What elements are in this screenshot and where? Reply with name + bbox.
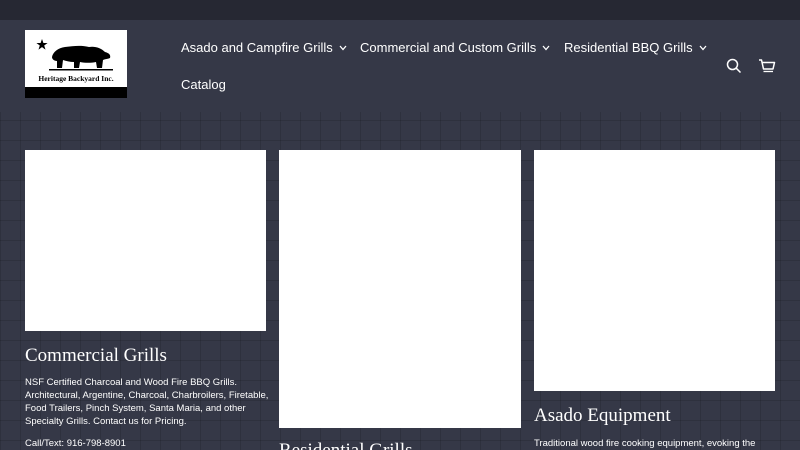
chevron-down-icon: [699, 45, 707, 50]
card-title[interactable]: Commercial Grills: [25, 345, 167, 367]
nav-item-asado[interactable]: Asado and Campfire Grills: [181, 40, 347, 55]
page: Heritage Backyard Inc. Asado and Campfir…: [0, 0, 800, 450]
logo-bar: [25, 87, 127, 98]
card-image-residential[interactable]: [279, 150, 521, 428]
card-title[interactable]: Residential Grills: [279, 440, 413, 450]
site-logo[interactable]: Heritage Backyard Inc.: [25, 30, 127, 98]
nav-label: Asado and Campfire Grills: [181, 40, 333, 55]
cart-button[interactable]: [758, 58, 776, 79]
search-button[interactable]: [726, 58, 742, 79]
nav-label: Residential BBQ Grills: [564, 40, 693, 55]
cart-icon: [759, 59, 776, 73]
card-image-commercial[interactable]: [25, 150, 266, 331]
nav-item-catalog[interactable]: Catalog: [181, 77, 226, 92]
card-image-asado[interactable]: [534, 150, 775, 391]
nav-label: Commercial and Custom Grills: [360, 40, 537, 55]
card-description: NSF Certified Charcoal and Wood Fire BBQ…: [25, 377, 269, 427]
logo-text: Heritage Backyard Inc.: [38, 74, 114, 83]
search-icon: [726, 58, 742, 74]
chevron-down-icon: [339, 45, 347, 50]
chevron-down-icon: [542, 45, 550, 50]
card-description: Traditional wood fire cooking equipment,…: [534, 438, 756, 449]
card-phone[interactable]: Call/Text: 916-798-8901: [25, 438, 126, 449]
nav-item-residential[interactable]: Residential BBQ Grills: [564, 40, 707, 55]
nav-label: Catalog: [181, 77, 226, 92]
announcement-bar: [0, 0, 800, 20]
card-title[interactable]: Asado Equipment: [534, 405, 671, 427]
nav-item-commercial[interactable]: Commercial and Custom Grills: [360, 40, 550, 55]
